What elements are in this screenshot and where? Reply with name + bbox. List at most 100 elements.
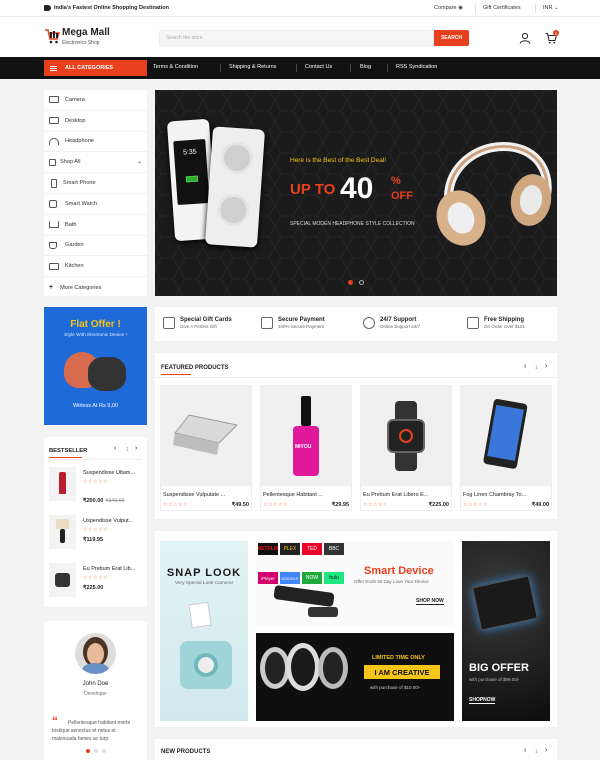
- testimonial-quote: Pellentesque habitant morbi tristique se…: [52, 720, 130, 742]
- currency-select[interactable]: INR ⌄: [543, 5, 559, 11]
- next-arrow-icon[interactable]: ›: [545, 747, 547, 754]
- sidebar-more-categories[interactable]: + More Categories: [44, 277, 147, 298]
- slider-dot[interactable]: [359, 280, 364, 285]
- rating-stars: ☆☆☆☆☆: [83, 575, 108, 581]
- page-number: 1: [126, 447, 129, 453]
- product-card[interactable]: Fog Linen Chambray To... ☆☆☆☆☆ ₹49.00: [460, 385, 552, 511]
- logo-subtitle: Electronics Shop: [62, 40, 100, 46]
- featured-title: FEATURED PRODUCTS: [161, 365, 229, 371]
- bestseller-item[interactable]: Uspendisse Vulput... ☆☆☆☆☆ ₹119.95: [49, 515, 144, 551]
- prev-arrow-icon[interactable]: ‹: [524, 747, 526, 754]
- divider: [49, 459, 142, 460]
- bestseller-item[interactable]: Suspendisse Ultam... ☆☆☆☆☆ ₹200.00 ₹340.0…: [49, 467, 144, 504]
- hero-banner[interactable]: 5:35 Here is the Best of the Best Deal! …: [155, 90, 557, 296]
- sidebar-item-label: Shop All: [60, 159, 81, 166]
- carousel-dot[interactable]: [102, 749, 106, 753]
- sidebar-item-camera[interactable]: Camera: [44, 90, 147, 111]
- sidebar-item-shop-all[interactable]: Shop All ⌄: [44, 152, 147, 174]
- search-input[interactable]: Search the store: [159, 30, 434, 46]
- smart-device-shop-now[interactable]: SHOP NOW: [416, 598, 444, 605]
- big-offer-shop-now[interactable]: SHOPNOW: [469, 697, 496, 704]
- sidebar-item-desktop[interactable]: Desktop: [44, 111, 147, 132]
- nav-link-contact[interactable]: Contact Us: [305, 64, 332, 70]
- feature-sub: Online Support 24/7: [380, 324, 421, 329]
- product-name: Suspendisse Vulputate ...: [163, 492, 226, 498]
- remote-image: [308, 607, 338, 617]
- logo[interactable]: Mega Mall Electronics Shop: [44, 26, 134, 50]
- product-card[interactable]: Eu Pretium Erat Libero E... ☆☆☆☆☆ ₹225.00: [360, 385, 452, 511]
- user-icon[interactable]: [519, 32, 531, 44]
- feature-title: Free Shipping: [484, 317, 525, 323]
- feature-title: Secure Payment: [278, 317, 325, 323]
- bestseller-price: ₹119.95: [83, 537, 104, 543]
- smart-device-banner[interactable]: NETFLIX PLEX TED BBC iPlayer GOOGLE NOW …: [256, 541, 454, 625]
- camera-icon: [49, 96, 59, 104]
- prev-arrow-icon[interactable]: ‹: [524, 363, 526, 370]
- sidebar-item-smart-watch[interactable]: Smart Watch: [44, 194, 147, 215]
- creative-banner[interactable]: LIMITED TIME ONLY I AM CREATIVE with pur…: [256, 633, 454, 721]
- laptop-image: [161, 386, 251, 486]
- bestseller-panel: BESTSELLER ‹ 1 › Suspendisse Ultam... ☆☆…: [44, 437, 147, 607]
- gift-certificates-link[interactable]: Gift Certificates: [483, 5, 521, 11]
- carousel-dot-active[interactable]: [86, 749, 90, 753]
- hero-kicker: Here is the Best of the Best Deal!: [290, 157, 387, 164]
- chevron-down-icon: ⌄: [136, 159, 142, 166]
- google-logo: GOOGLE: [280, 572, 300, 584]
- flat-offer-banner[interactable]: Flat Offer ! Style With Electronic Devic…: [44, 307, 147, 425]
- nav-link-blog[interactable]: Blog: [360, 64, 371, 70]
- search-button-label: SEARCH: [440, 35, 463, 41]
- bestseller-price: ₹200.00: [83, 498, 104, 504]
- nav-link-shipping[interactable]: Shipping & Returns: [229, 64, 276, 70]
- search-button[interactable]: SEARCH: [434, 30, 469, 46]
- plex-logo: PLEX: [280, 543, 300, 555]
- rating-stars: ☆☆☆☆☆: [263, 502, 288, 508]
- flat-offer-price: Wirless At Rs 9,00: [73, 403, 118, 409]
- bestseller-name: Suspendisse Ultam...: [83, 470, 135, 476]
- hero-pct-sign: %: [391, 175, 401, 187]
- feature-gift-cards: Special Gift Cards Give A Perfect Gift: [163, 317, 232, 329]
- product-price: ₹49.50: [231, 502, 249, 508]
- divider: [535, 4, 536, 13]
- bbc-logo: BBC: [324, 543, 344, 555]
- speaker-case-image: [204, 126, 266, 248]
- tagline: India's Fastest Online Shopping Destinat…: [54, 5, 169, 11]
- ted-logo: TED: [302, 543, 322, 555]
- nav-link-rss[interactable]: RSS Syndication: [396, 64, 437, 70]
- title-underline: [161, 374, 191, 375]
- hero-up-to: UP TO: [290, 181, 336, 198]
- sidebar-item-bath[interactable]: Bath: [44, 215, 147, 236]
- sidebar-item-headphone[interactable]: Headphone: [44, 132, 147, 153]
- testimonial-role: Developer: [84, 691, 107, 697]
- creative-label: I AM CREATIVE: [364, 665, 440, 679]
- product-card[interactable]: MIYOU Pellentesque Habitant ... ☆☆☆☆☆ ₹29…: [260, 385, 352, 511]
- prev-arrow-icon[interactable]: ‹: [114, 445, 116, 452]
- product-price: ₹49.00: [531, 502, 549, 508]
- carousel-dot[interactable]: [94, 749, 98, 753]
- search-placeholder: Search the store: [166, 35, 203, 41]
- sidebar-item-smart-phone[interactable]: Smart Phone: [44, 173, 147, 194]
- next-arrow-icon[interactable]: ›: [135, 445, 137, 452]
- product-card[interactable]: Suspendisse Vulputate ... ☆☆☆☆☆ ₹49.50: [160, 385, 252, 511]
- new-products-title: NEW PRODUCTS: [161, 749, 211, 755]
- sidebar-item-garden[interactable]: Garden: [44, 236, 147, 257]
- snap-look-sub: Very Special Look Camera!: [174, 581, 234, 586]
- rating-stars: ☆☆☆☆☆: [83, 479, 108, 485]
- big-offer-banner[interactable]: BIG OFFER with purchase of $99.00/- SHOP…: [462, 541, 550, 721]
- sidebar-item-label: Bath: [65, 221, 77, 228]
- feature-sub: Give A Perfect Gift: [180, 324, 217, 329]
- all-categories-button[interactable]: ALL CATEGORIES: [44, 60, 147, 76]
- photo-print-image: [188, 601, 212, 629]
- snap-look-banner[interactable]: SNAP LOOK Very Special Look Camera!: [160, 541, 248, 721]
- next-arrow-icon[interactable]: ›: [545, 363, 547, 370]
- bestseller-price: ₹225.00: [83, 585, 104, 591]
- slider-dot-active[interactable]: [348, 280, 353, 285]
- testimonial-name: John Doe: [82, 681, 109, 687]
- compare-link[interactable]: Compare ◉: [434, 5, 463, 11]
- product-name: Fog Linen Chambray To...: [463, 492, 527, 498]
- hero-percent: 40: [340, 172, 374, 205]
- bestseller-item[interactable]: Eu Pretium Erat Lib... ☆☆☆☆☆ ₹225.00: [49, 563, 144, 599]
- sidebar-item-label: Smart Phone: [63, 180, 96, 187]
- nav-link-terms[interactable]: Terms & Condition: [153, 64, 198, 70]
- sidebar-item-kitchen[interactable]: Kitchen: [44, 256, 147, 278]
- rating-stars: ☆☆☆☆☆: [163, 502, 188, 508]
